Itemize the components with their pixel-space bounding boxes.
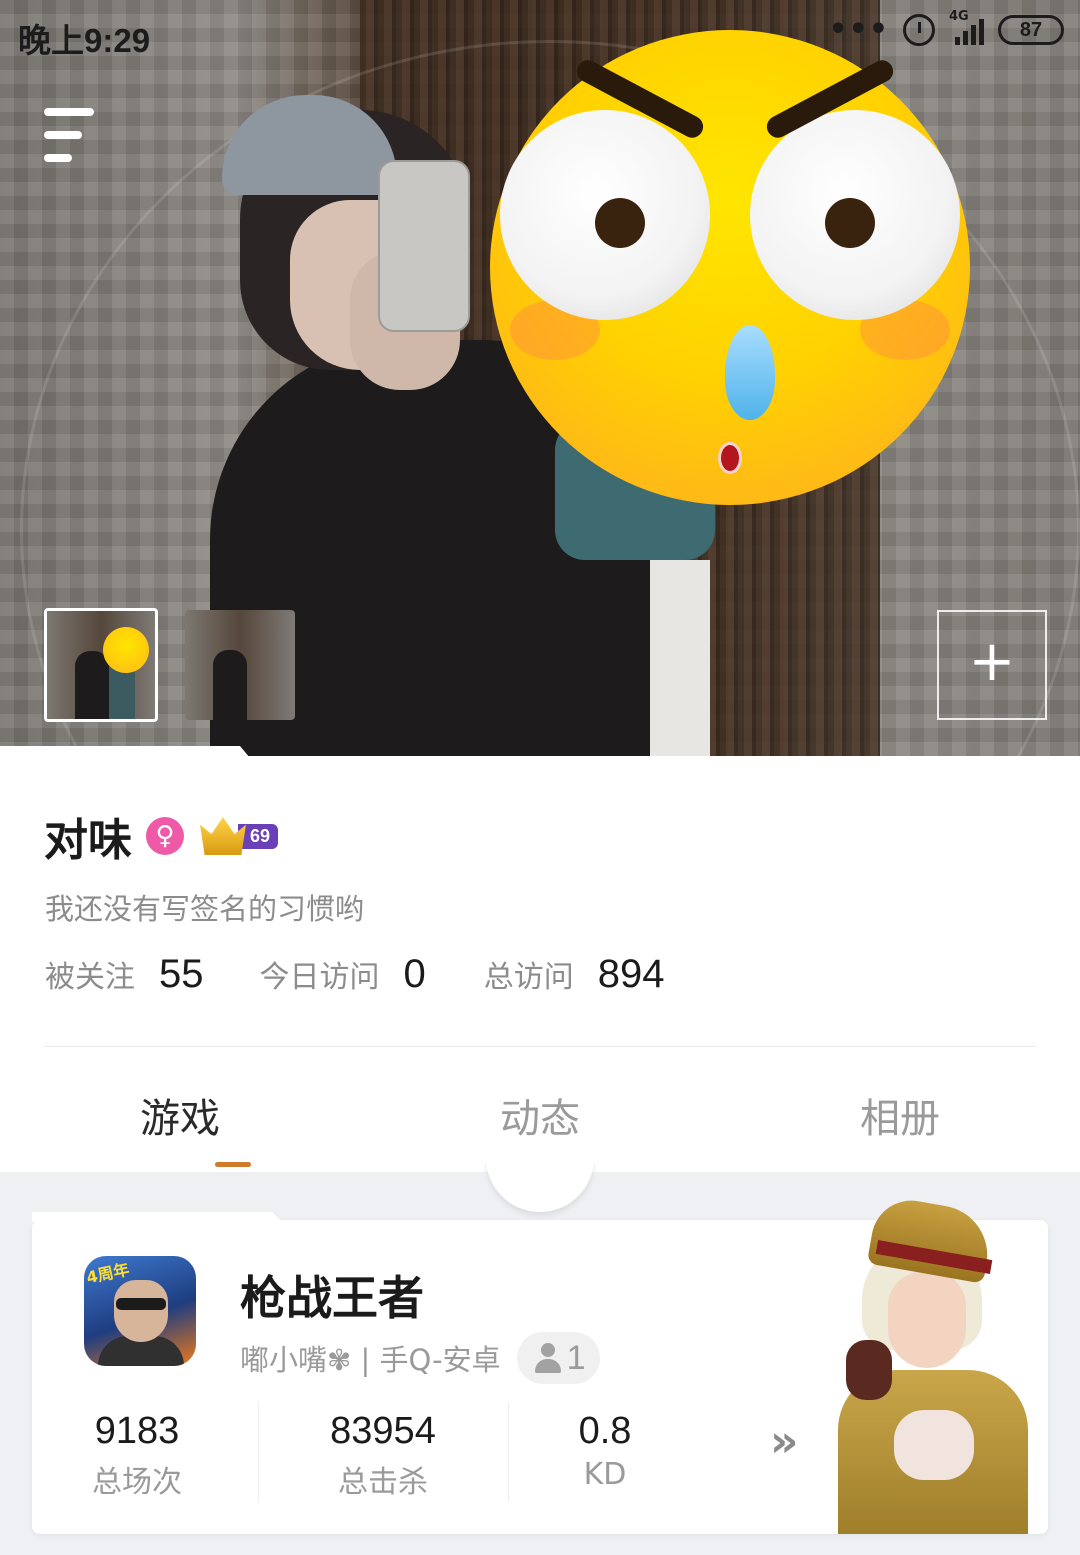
status-bar: 晚上9:29 ••• 4G 87	[0, 0, 1080, 70]
game-icon: 4周年	[84, 1256, 196, 1366]
stat-kd: 0.8 KD	[500, 1410, 710, 1492]
game-card[interactable]: 4周年 枪战王者 嘟小嘴✾ | 手Q-安卓 1 9183 总场次 83954 总…	[32, 1194, 1048, 1534]
game-account-row: 嘟小嘴✾ | 手Q-安卓 1	[240, 1332, 600, 1384]
today-visits-count: 0	[403, 952, 426, 996]
stat-label: KD	[583, 1457, 627, 1492]
angry-emoji-sticker	[490, 30, 970, 505]
emoji-eye	[750, 110, 960, 320]
add-photo-button[interactable]: +	[937, 610, 1047, 720]
active-tab-indicator	[215, 1162, 251, 1167]
female-icon: ♀	[146, 817, 184, 855]
total-visits-label: 总访问	[483, 960, 574, 995]
character-glove	[846, 1340, 892, 1400]
user-name: 对味	[44, 815, 132, 866]
stat-value: 0.8	[578, 1410, 632, 1452]
person-icon	[534, 1343, 561, 1373]
followers-count[interactable]: 55	[159, 952, 204, 997]
friends-count: 1	[566, 1338, 586, 1377]
friends-chip[interactable]: 1	[516, 1332, 600, 1384]
game-icon-sunglasses	[116, 1298, 166, 1310]
thumbnail-figure	[75, 651, 109, 719]
tab-feed[interactable]: 动态	[440, 1086, 640, 1144]
character-face	[888, 1272, 966, 1368]
character-lace	[894, 1410, 974, 1480]
status-icons: ••• 4G 87	[828, 9, 1064, 47]
tab-album[interactable]: 相册	[800, 1086, 1000, 1144]
stat-value: 9183	[94, 1410, 180, 1452]
stat-separator	[258, 1402, 259, 1502]
crown-icon	[200, 817, 246, 855]
card-ear	[32, 1212, 282, 1222]
photo-phone	[378, 160, 470, 332]
profile-page: 晚上9:29 ••• 4G 87 + 对味 ♀ 69 我还没有写签名的习惯哟 被…	[0, 0, 1080, 1555]
emoji-sweat-drop	[725, 325, 775, 420]
profile-info: 对味 ♀ 69 我还没有写签名的习惯哟 被关注 55 今日访问 0 总访问 89…	[0, 746, 1080, 1172]
menu-icon[interactable]	[44, 108, 96, 162]
stat-total-kills: 83954 总击杀	[278, 1410, 488, 1501]
cover-photo[interactable]	[0, 0, 1080, 756]
stat-value: 83954	[330, 1410, 436, 1452]
photo-thumbnail-2[interactable]	[185, 610, 295, 720]
battery-icon: 87	[998, 15, 1064, 45]
thumbnail-figure	[213, 650, 247, 720]
alarm-icon	[903, 14, 935, 46]
network-type: 4G	[949, 9, 969, 24]
total-visits-count: 894	[597, 952, 665, 996]
name-row: 对味 ♀ 69	[44, 804, 279, 868]
panel-notch	[0, 746, 250, 758]
emoji-pupil	[595, 198, 645, 248]
divider	[44, 1046, 1036, 1047]
signature: 我还没有写签名的习惯哟	[45, 892, 365, 926]
photo-thumbnail-1[interactable]	[44, 608, 158, 722]
today-visits-label: 今日访问	[259, 960, 380, 995]
thumbnail-emoji	[103, 627, 149, 673]
signal-icon: 4G	[949, 9, 984, 45]
status-time: 晚上9:29	[18, 22, 151, 59]
followers-label: 被关注	[45, 960, 135, 995]
tab-games[interactable]: 游戏	[80, 1086, 280, 1144]
game-title: 枪战王者	[240, 1271, 424, 1325]
profile-tabs: 游戏 动态 相册	[0, 1086, 1080, 1146]
emoji-pupil	[825, 198, 875, 248]
stat-total-matches: 9183 总场次	[32, 1410, 242, 1501]
game-account: 嘟小嘴✾ | 手Q-安卓	[240, 1343, 501, 1377]
more-notifications-icon: •••	[828, 12, 889, 47]
collapse-handle[interactable]	[486, 1158, 594, 1212]
stat-label: 总场次	[92, 1465, 182, 1500]
level-badge[interactable]: 69	[200, 817, 279, 855]
visit-stats: 被关注 55 今日访问 0 总访问 894	[45, 952, 665, 997]
emoji-eye	[500, 110, 710, 320]
emoji-mouth	[718, 442, 742, 474]
game-icon-face	[114, 1280, 168, 1342]
game-character-image	[832, 1194, 1032, 1534]
more-arrow-icon[interactable]: »	[770, 1416, 798, 1467]
photo-second-person-pants	[650, 560, 710, 756]
stat-label: 总击杀	[338, 1465, 428, 1500]
